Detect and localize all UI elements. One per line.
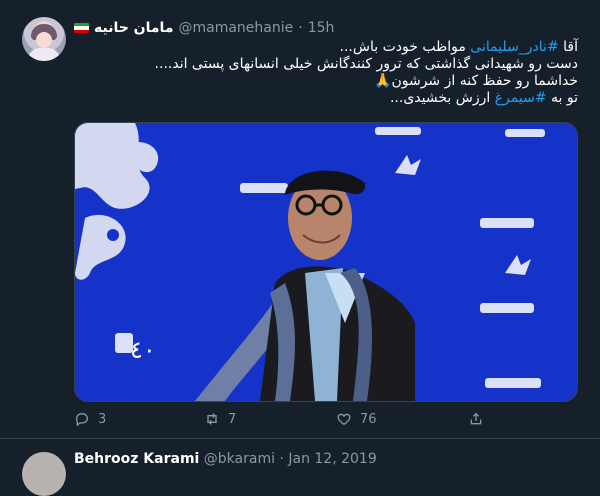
iran-flag-icon: [74, 23, 89, 33]
next-tweet-header: Behrooz Karami @bkarami · Jan 12, 2019: [74, 451, 377, 467]
like-count: 76: [360, 411, 377, 427]
display-name[interactable]: مامان حانیه: [94, 20, 173, 36]
tweet[interactable]: مامان حانیه @mamanehanie · 15h آقا #نادر…: [0, 0, 600, 439]
next-separator-dot: ·: [279, 451, 284, 467]
reply-button[interactable]: 3: [74, 411, 106, 427]
tweet-text: آقا #نادر_سلیمانی مواظب خودت باش... دست …: [78, 39, 578, 107]
avatar[interactable]: [22, 17, 66, 61]
hashtag-link[interactable]: #سیمرغ: [495, 90, 547, 106]
reply-icon: [75, 412, 89, 427]
heart-icon: [337, 413, 351, 426]
next-tweet-time[interactable]: Jan 12, 2019: [288, 451, 376, 467]
avatar-body: [28, 48, 60, 61]
share-icon: [470, 412, 482, 425]
like-button[interactable]: 76: [336, 411, 377, 427]
text-fragment: تو به: [546, 90, 578, 106]
tweet-line-3: خداشما رو حفظ کنه از شرشون🙏: [374, 73, 578, 89]
separator-dot: ·: [298, 20, 303, 36]
avatar-face: [36, 32, 52, 48]
tweet-line-4: تو به #سیمرغ ارزش بخشیدی...: [78, 90, 578, 107]
tweet-line-1: آقا #نادر_سلیمانی مواظب خودت باش...: [78, 39, 578, 56]
photo-illustration: ٤٠: [75, 123, 577, 401]
reply-count: 3: [98, 411, 107, 427]
retweet-icon: [207, 413, 217, 425]
tweet-header: مامان حانیه @mamanehanie · 15h: [74, 19, 334, 37]
tweet-time[interactable]: 15h: [308, 20, 335, 36]
retweet-count: 7: [228, 411, 237, 427]
text-fragment: آقا: [558, 39, 578, 55]
tweet-line-2: دست رو شهیدانی گذاشتی که ترور کنندگانش خ…: [154, 56, 578, 72]
next-tweet[interactable]: Behrooz Karami @bkarami · Jan 12, 2019: [0, 439, 600, 496]
hashtag-link[interactable]: #نادر_سلیمانی: [470, 39, 558, 55]
share-button[interactable]: [468, 411, 484, 427]
tweet-photo[interactable]: ٤٠: [74, 122, 578, 402]
next-display-name[interactable]: Behrooz Karami: [74, 451, 199, 467]
retweet-button[interactable]: 7: [204, 411, 236, 427]
tweet-actions: 3 7 76: [74, 411, 494, 431]
next-handle[interactable]: @bkarami: [204, 451, 275, 467]
handle[interactable]: @mamanehanie: [178, 20, 293, 36]
text-fragment: مواظب خودت باش...: [339, 39, 471, 55]
next-avatar[interactable]: [22, 452, 66, 496]
photo-backdrop-number: ٤٠: [130, 336, 156, 364]
text-fragment: ارزش بخشیدی...: [389, 90, 495, 106]
